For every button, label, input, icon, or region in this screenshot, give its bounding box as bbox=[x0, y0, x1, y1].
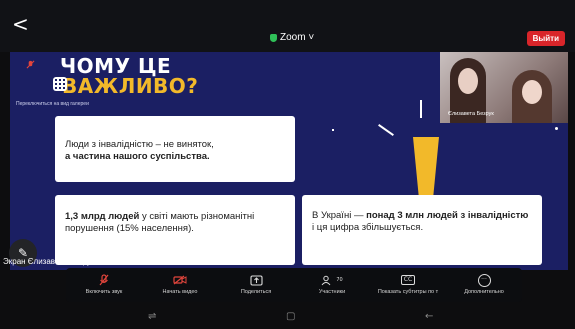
participant-face bbox=[522, 80, 542, 104]
share-label: Поделиться bbox=[240, 289, 272, 295]
fact-card-1-text: Люди з інвалідністю – не виняток, bbox=[65, 139, 214, 150]
start-video-label: Начать видео bbox=[162, 289, 198, 295]
app-title-label: Zoom ˅ bbox=[280, 32, 315, 43]
decor-line bbox=[378, 124, 394, 136]
decor-dot bbox=[332, 129, 334, 131]
mic-off-icon bbox=[26, 60, 35, 69]
decor-line bbox=[420, 100, 422, 118]
unmute-label: Включить звук bbox=[85, 289, 123, 295]
gallery-view-icon[interactable] bbox=[53, 77, 67, 91]
slide-title-line2: ВАЖЛИВО? bbox=[62, 74, 198, 98]
shield-icon bbox=[270, 33, 277, 42]
recent-apps-icon[interactable]: ⇌ bbox=[148, 311, 156, 322]
system-nav-bar: ⇌ ▢ ← bbox=[0, 304, 575, 329]
more-icon: ··· bbox=[477, 273, 491, 287]
unmute-button[interactable]: Включить звук bbox=[69, 268, 139, 302]
slide-title-rest: АЖЛИВО? bbox=[77, 74, 199, 98]
home-icon[interactable]: ▢ bbox=[286, 311, 295, 322]
back-icon[interactable]: < bbox=[12, 14, 29, 34]
decor-dot bbox=[555, 127, 558, 130]
captions-button[interactable]: CC Показать субтитры по т bbox=[373, 268, 443, 302]
captions-label: Показать субтитры по т bbox=[377, 289, 439, 295]
fact-card-2: 1,3 млрд людей у світі мають різноманітн… bbox=[55, 195, 295, 265]
participant-face bbox=[458, 68, 478, 94]
fact-card-3: В Україні — понад 3 млн людей з інвалідн… bbox=[302, 195, 542, 265]
fact-card-3-text: В Україні — bbox=[312, 210, 364, 221]
leave-button[interactable]: Выйти bbox=[526, 31, 565, 46]
mic-off-icon bbox=[99, 273, 109, 287]
fact-card-3-end: і ця цифра збільшується. bbox=[312, 222, 424, 233]
captions-glyph: CC bbox=[400, 275, 416, 285]
participants-icon: 70 bbox=[321, 273, 343, 287]
participants-button[interactable]: 70 Участники bbox=[297, 268, 367, 302]
meeting-toolbar: Включить звук Начать видео Поделиться 70… bbox=[66, 268, 522, 302]
more-label: Дополнительно bbox=[464, 289, 504, 295]
share-button[interactable]: Поделиться bbox=[221, 268, 291, 302]
participant-name: Єлизавета Безрук bbox=[448, 111, 494, 117]
fact-card-1: Люди з інвалідністю – не виняток, а част… bbox=[55, 116, 295, 182]
captions-icon: CC bbox=[400, 273, 416, 287]
top-bar: < Zoom ˅ Выйти bbox=[0, 0, 575, 52]
participant-video-tile[interactable]: Єлизавета Безрук bbox=[440, 52, 568, 123]
fact-card-3-bold: понад 3 млн людей з інвалідністю bbox=[366, 210, 529, 221]
start-video-button[interactable]: Начать видео bbox=[145, 268, 215, 302]
participants-count: 70 bbox=[336, 277, 343, 283]
app-title[interactable]: Zoom ˅ bbox=[270, 32, 314, 43]
participants-label: Участники bbox=[318, 289, 346, 295]
more-glyph: ··· bbox=[477, 273, 491, 287]
screen-share-label: Экран Єлизавета Безрук bbox=[3, 257, 95, 266]
back-nav-icon[interactable]: ← bbox=[425, 311, 433, 322]
more-button[interactable]: ··· Дополнительно bbox=[449, 268, 519, 302]
video-off-icon bbox=[173, 273, 187, 287]
share-icon bbox=[249, 273, 263, 287]
gallery-view-hint: Переключиться на вид галереи bbox=[16, 101, 89, 107]
fact-card-1-bold: а частина нашого суспільства. bbox=[65, 151, 210, 162]
fact-card-2-bold: 1,3 млрд людей bbox=[65, 211, 140, 222]
